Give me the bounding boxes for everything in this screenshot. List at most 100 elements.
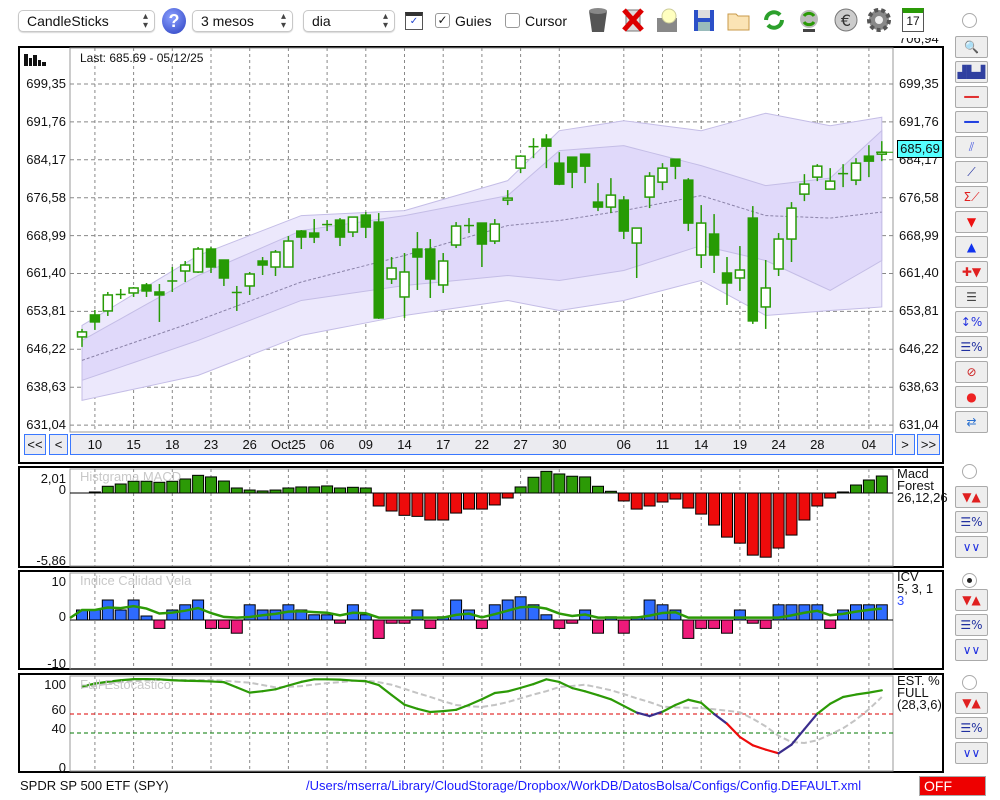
candle-body-down [566,156,578,173]
macd-legend: 26,12,26 [897,490,948,505]
no-entry-button[interactable]: ⊘ [955,361,988,383]
signals-icon: ▼▲ [962,490,981,504]
stochastic-k-segment [429,710,445,714]
date-label: 09 [358,437,374,452]
candle-body-up [347,216,359,233]
nav-next-button[interactable]: > [895,434,915,455]
grid-lines-button[interactable]: ☰ [955,286,988,308]
macd-histogram-bar [88,491,101,494]
candle[interactable] [773,233,784,276]
price-panel-radio[interactable] [962,13,977,28]
percent-lines-button[interactable]: ☰% [955,717,988,739]
stochastic-k-segment [583,690,600,697]
macd-histogram-bar [359,487,372,494]
icv-bar [566,619,579,624]
macd-histogram-bar [824,492,837,499]
candle-body-down [683,179,694,224]
percent-lines-button[interactable]: ☰% [955,511,988,533]
candle-body-down [541,138,552,147]
candle[interactable] [283,236,294,268]
oscillator-button[interactable]: ∨∨ [955,639,988,661]
macd-histogram-bar [850,484,862,494]
blue-line-button[interactable]: ━━ [955,111,988,133]
signals-button[interactable]: ▼▲ [955,486,988,508]
icv-bar [708,619,721,629]
candle-body-up [631,227,642,244]
candle[interactable] [683,178,694,232]
oscillator-button[interactable]: ∨∨ [955,742,988,764]
nav-first-button[interactable]: << [24,434,46,455]
stochastic-k-segment [751,744,767,751]
macd-histogram-bar [192,474,205,494]
stochastic-k-segment [416,707,432,714]
stochastic-k-segment [351,679,367,683]
macd-histogram-bar [501,492,514,499]
stochastic-title: Full Estocastico [80,677,172,692]
macd-histogram-bar [721,492,733,538]
candle[interactable] [747,206,759,324]
zoom-button[interactable]: 🔍 [955,36,988,58]
record-button[interactable]: ● [955,386,988,408]
macd-tick: 0 [58,482,66,497]
candle[interactable] [450,222,462,249]
percent-lines-button[interactable]: ☰% [955,614,988,636]
macd-histogram-bar [630,492,643,510]
stochastic-panel-radio[interactable] [962,675,977,690]
grid-lines-icon: ☰ [966,290,977,304]
swap-button[interactable]: ⇄ [955,411,988,433]
volume-bars-icon[interactable] [24,52,46,66]
red-line-button[interactable]: ━━ [955,86,988,108]
add-signal-button[interactable]: ✚▼ [955,261,988,283]
config-path-link[interactable]: /Users/mserra/Library/CloudStorage/Dropb… [306,778,861,793]
date-label: 24 [771,437,786,452]
buy-arrow-button[interactable]: ▲ [955,236,988,258]
candle-body-down [257,260,268,266]
off-toggle-button[interactable]: OFF [919,776,986,796]
macd-histogram-bar [398,492,411,516]
macd-histogram-bar [282,487,295,494]
macd-histogram-bar [682,492,695,509]
last-price-label: Last: 685.69 - 05/12/25 [80,51,204,65]
stochastic-k-segment [764,748,780,755]
nav-last-button[interactable]: >> [917,434,940,455]
price-tick: 691,76 [899,113,939,129]
buy-arrow-icon: ▲ [966,240,977,254]
sum-trendline-button[interactable]: Σ⟋ [955,186,988,208]
sell-arrow-button[interactable]: ▼ [955,211,988,233]
macd-histogram-bar [875,475,888,494]
candle-body-down [476,222,488,245]
date-label: 17 [435,437,451,452]
macd-histogram-bar [708,492,721,526]
trendline-button[interactable]: ⟋ [955,161,988,183]
candle-body-up [283,240,294,268]
signals-button[interactable]: ▼▲ [955,589,988,611]
macd-histogram-bar [101,485,114,494]
percent-lines-button[interactable]: ☰% [955,336,988,358]
icv-bar [617,619,630,634]
stochastic-legend: (28,3,6) [897,697,942,712]
stochastic-tick: 40 [51,721,66,736]
macd-histogram-bar [346,486,359,494]
macd-title: Histgrama MACD [80,469,182,484]
macd-histogram-bar [604,490,617,494]
candle-body-up [773,238,784,270]
candle[interactable] [192,247,204,274]
candle[interactable] [115,288,126,299]
price-tick: 668,99 [899,227,939,243]
candle-body-down [747,217,759,322]
candle[interactable] [373,213,384,319]
stochastic-k-segment [725,722,742,739]
icv-panel-radio[interactable] [962,573,977,588]
nav-prev-button[interactable]: < [49,434,68,455]
channel-button[interactable]: ⫽ [955,136,988,158]
stochastic-k-segment [403,703,419,710]
macd-panel-radio[interactable] [962,464,977,479]
range-percent-button[interactable]: ↕% [955,311,988,333]
oscillator-button[interactable]: ∨∨ [955,536,988,558]
price-tick: 638,63 [26,379,66,395]
volume-chart-button[interactable]: ▟▙▟ [955,61,988,83]
stochastic-k-segment [712,712,729,725]
macd-histogram-bar [811,492,824,507]
candle-body-up [128,287,139,294]
signals-button[interactable]: ▼▲ [955,692,988,714]
